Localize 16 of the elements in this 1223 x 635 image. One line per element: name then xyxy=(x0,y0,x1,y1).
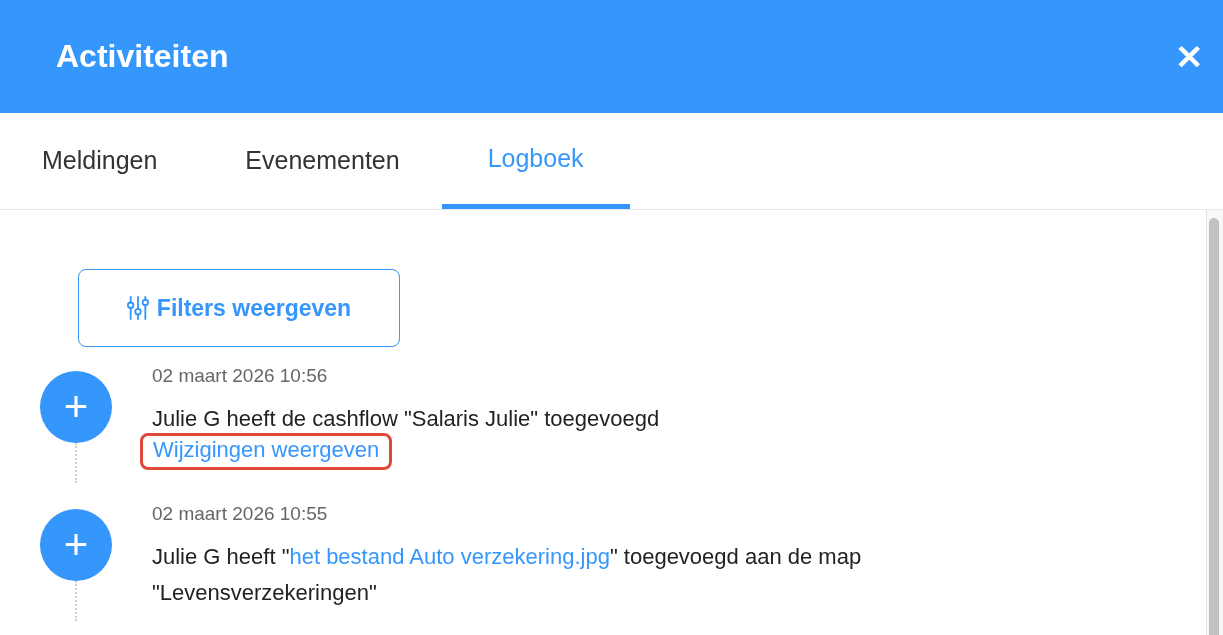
close-button[interactable]: ✕ xyxy=(1169,36,1209,77)
filter-button[interactable]: Filters weergeven xyxy=(78,269,400,347)
log-message: Julie G heeft "het bestand Auto verzekering.jpg" toegevoegd aan de map "Levensverzekeringen" xyxy=(152,543,863,607)
timestamp: 02 maart 2026 10:55 xyxy=(152,503,329,525)
sliders-icon xyxy=(126,296,149,320)
window-title: Activiteiten xyxy=(56,38,229,75)
timestamp: 02 maart 2026 10:56 xyxy=(152,365,329,387)
plus-icon: + xyxy=(40,509,112,581)
scrollbar[interactable] xyxy=(1206,210,1223,635)
tab[interactable]: Meldingen xyxy=(20,113,180,209)
changes-link[interactable]: Wijzigingen weergeven xyxy=(140,433,393,470)
tab[interactable]: Evenementen xyxy=(223,113,422,209)
log-message: Julie G heeft de cashflow "Salaris Julie" toegevoegd xyxy=(152,405,661,433)
file-link[interactable]: het bestand Auto verzekering.jpg xyxy=(289,544,610,569)
tab[interactable]: Logboek xyxy=(441,113,630,209)
plus-icon: + xyxy=(40,371,112,443)
